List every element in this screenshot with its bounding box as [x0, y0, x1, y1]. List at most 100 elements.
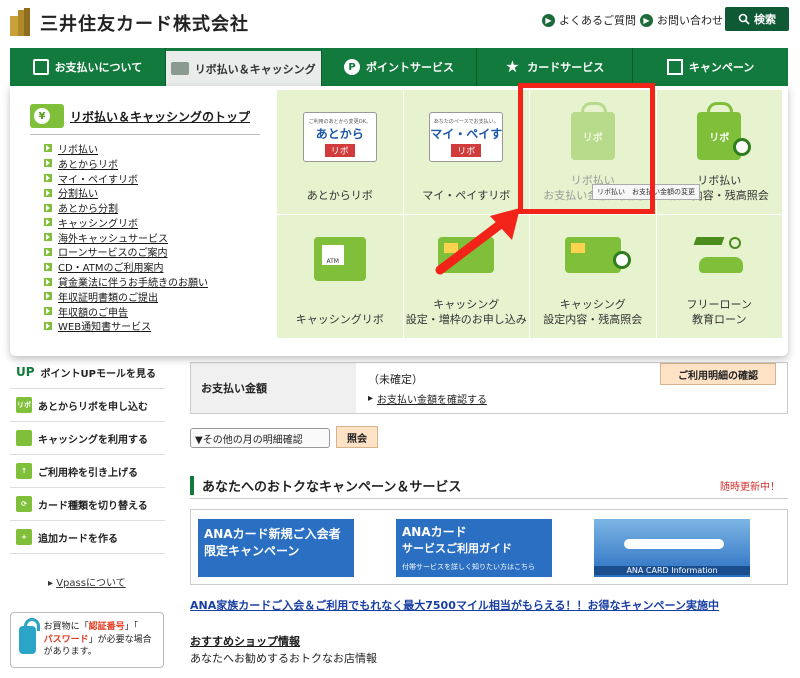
ana-service-guide-banner[interactable]: ANAカード サービスご利用ガイド 付帯サービスを詳しく知りたい方はこちら [396, 519, 552, 577]
payment-amount-link-label[interactable]: お支払い金額を確認する [377, 391, 487, 406]
menu-link[interactable]: あとから分割 [44, 200, 208, 215]
revolving-top-link[interactable]: リボ払い＆キャッシングのトップ [30, 104, 250, 128]
menu-link-label[interactable]: キャッシングリボ [58, 215, 138, 230]
sidebar-item-atokara-ribo[interactable]: リボ あとからリボを申し込む [10, 389, 165, 422]
tile-cashing-settings-balance[interactable]: キャッシング 設定内容・残高照会 [530, 214, 656, 338]
sidebar-item-label[interactable]: ポイントUPモールを見る [41, 365, 156, 380]
faq-link[interactable]: ▶ よくあるご質問 [542, 12, 636, 28]
arrow-bullet-icon [44, 277, 52, 286]
menu-link[interactable]: 年収証明書類のご提出 [44, 289, 208, 304]
recommended-shop-link[interactable]: おすすめショップ情報 [190, 633, 300, 649]
menu-link-label[interactable]: 貸金業法に伴うお手続きのお願い [58, 274, 208, 289]
tile-atokara-ribo[interactable]: ご利用のあとから変更OK。 あとから リボ あとからリボ [277, 90, 403, 214]
vpass-link-label[interactable]: Vpassについて [56, 578, 125, 589]
menu-link-label[interactable]: 年収額のご申告 [58, 304, 128, 319]
faq-link-label[interactable]: よくあるご質問 [559, 12, 636, 28]
contact-link-label[interactable]: お問い合わせ [657, 12, 723, 28]
card-art-title: あとから [315, 126, 364, 141]
vpass-link[interactable]: ▸ Vpassについて [48, 574, 126, 589]
menu-link[interactable]: 年収額のご申告 [44, 304, 208, 319]
nav-payment[interactable]: お支払いについて [10, 48, 166, 86]
menu-link[interactable]: リボ払い [44, 141, 208, 156]
sidebar-item-raise-limit[interactable]: ↑ ご利用枠を引き上げる [10, 455, 165, 488]
sidebar-item-label[interactable]: あとからリボを申し込む [38, 398, 148, 413]
menu-link[interactable]: 海外キャッシュサービス [44, 230, 208, 245]
menu-link-label[interactable]: 年収証明書類のご提出 [58, 289, 158, 304]
sidebar-item-label[interactable]: ご利用枠を引き上げる [38, 464, 138, 479]
arrow-circle-icon: ▶ [640, 13, 653, 27]
menu-link-label[interactable]: CD・ATMのご利用案内 [58, 259, 163, 274]
inquiry-button[interactable]: 照会 [336, 426, 378, 448]
search-button[interactable]: 検索 [725, 7, 789, 31]
menu-link[interactable]: 貸金業法に伴うお手続きのお願い [44, 274, 208, 289]
menu-link[interactable]: ローンサービスのご案内 [44, 244, 208, 259]
atokara-ribo-card-icon: ご利用のあとから変更OK。 あとから リボ [302, 112, 377, 162]
search-button-label[interactable]: 検索 [754, 11, 776, 27]
sidebar-item-switch-card[interactable]: ⟳ カード種類を切り替える [10, 488, 165, 521]
nav-campaign-label[interactable]: キャンペーン [689, 59, 754, 75]
campaign-banner-row: ANAカード新規ご入会者 限定キャンペーン ANAカード サービスご利用ガイド … [190, 509, 788, 585]
usage-detail-button[interactable]: ご利用明細の確認 [660, 363, 776, 385]
divider [190, 498, 788, 499]
menu-link[interactable]: WEB通知書サービス [44, 318, 208, 333]
revolving-top-link-label[interactable]: リボ払い＆キャッシングのトップ [70, 108, 250, 125]
switch-icon: ⟳ [16, 496, 32, 512]
card-art-tag: リボ [451, 143, 482, 157]
nav-campaign[interactable]: キャンペーン [633, 48, 788, 86]
sidebar-item-use-cashing[interactable]: キャッシングを利用する [10, 422, 165, 455]
auth-notice-banner[interactable]: お買物に「認証番号」「 パスワード」が必要な場合があります。 [10, 612, 164, 668]
arrow-bullet-icon [44, 188, 52, 197]
lock-icon [19, 618, 40, 654]
month-select[interactable]: ▼その他の月の明細確認 [190, 428, 330, 448]
menu-link[interactable]: あとからリボ [44, 156, 208, 171]
ana-card-info-banner[interactable]: ANA CARD Information [594, 519, 750, 577]
company-logo-icon[interactable] [10, 8, 32, 36]
sidebar-item-label[interactable]: 追加カードを作る [38, 530, 118, 545]
menu-link-label[interactable]: WEB通知書サービス [58, 318, 151, 333]
company-name[interactable]: 三井住友カード株式会社 [40, 10, 249, 36]
tooltip: リボ払い お支払い金額の変更 [592, 184, 700, 200]
payment-amount-link[interactable]: ▸ お支払い金額を確認する [368, 391, 775, 406]
card-art-tag: リボ [324, 143, 355, 157]
calculator-icon [32, 59, 49, 75]
tile-free-education-loan[interactable]: フリーローン 教育ローン [656, 214, 782, 338]
banner-line: 付帯サービスを詳しく知りたい方はこちら [402, 563, 535, 571]
ana-new-member-banner[interactable]: ANAカード新規ご入会者 限定キャンペーン [198, 519, 354, 577]
nav-revolving-cashing[interactable]: リボ払い＆キャッシング [165, 48, 322, 86]
star-icon: ★ [505, 57, 520, 76]
site-header: 三井住友カード株式会社 ▶ よくあるご質問 ▶ お問い合わせ 検索 [0, 0, 800, 44]
tile-cashing-ribo[interactable]: キャッシングリボ [277, 214, 403, 338]
nav-revolving-label[interactable]: リボ払い＆キャッシング [195, 61, 316, 77]
contact-link[interactable]: ▶ お問い合わせ [640, 12, 723, 28]
banner-line: 限定キャンペーン [204, 544, 300, 558]
arrow-bullet-icon [44, 307, 52, 316]
arrow-bullet-icon [44, 292, 52, 301]
sidebar-item-label[interactable]: カード種類を切り替える [38, 497, 148, 512]
menu-link[interactable]: 分割払い [44, 185, 208, 200]
my-pays-ribo-card-icon: あなたのペースでお支払い。 マイ・ペイす リボ [429, 112, 504, 162]
menu-link-label[interactable]: あとからリボ [58, 156, 118, 171]
nav-points[interactable]: P ポイントサービス [322, 48, 478, 86]
menu-link[interactable]: マイ・ペイすリボ [44, 171, 208, 186]
menu-link-label[interactable]: ローンサービスのご案内 [58, 244, 168, 259]
menu-link-label[interactable]: 海外キャッシュサービス [58, 230, 168, 245]
ana-family-card-campaign-link[interactable]: ANA家族カードご入会＆ご利用でもれなく最大7500マイル相当がもらえる！！お得… [190, 597, 719, 613]
menu-link-label[interactable]: マイ・ペイすリボ [58, 171, 138, 186]
menu-link-label[interactable]: リボ払い [58, 141, 98, 156]
nav-card-services-label[interactable]: カードサービス [527, 59, 604, 75]
sidebar-item-label[interactable]: キャッシングを利用する [38, 431, 148, 446]
sidebar-item-point-up-mall[interactable]: UP ポイントUPモールを見る [10, 356, 165, 389]
nav-payment-label[interactable]: お支払いについて [55, 59, 143, 75]
nav-card-services[interactable]: ★ カードサービス [477, 48, 634, 86]
menu-link-label[interactable]: 分割払い [58, 185, 98, 200]
tile-my-pays-ribo[interactable]: あなたのペースでお支払い。 マイ・ペイす リボ マイ・ペイすリボ [403, 90, 529, 214]
card-art-caption: あなたのペースでお支払い。 [433, 118, 499, 125]
nav-points-label[interactable]: ポイントサービス [366, 59, 454, 75]
recommended-shop-description: あなたへお勧めするおトクなお店情報 [190, 652, 377, 665]
sidebar-item-add-card[interactable]: + 追加カードを作る [10, 521, 165, 554]
arrow-bullet-icon [44, 247, 52, 256]
menu-link-label[interactable]: あとから分割 [58, 200, 118, 215]
update-note: 随時更新中！ [720, 482, 780, 493]
menu-link[interactable]: キャッシングリボ [44, 215, 208, 230]
menu-link[interactable]: CD・ATMのご利用案内 [44, 259, 208, 274]
